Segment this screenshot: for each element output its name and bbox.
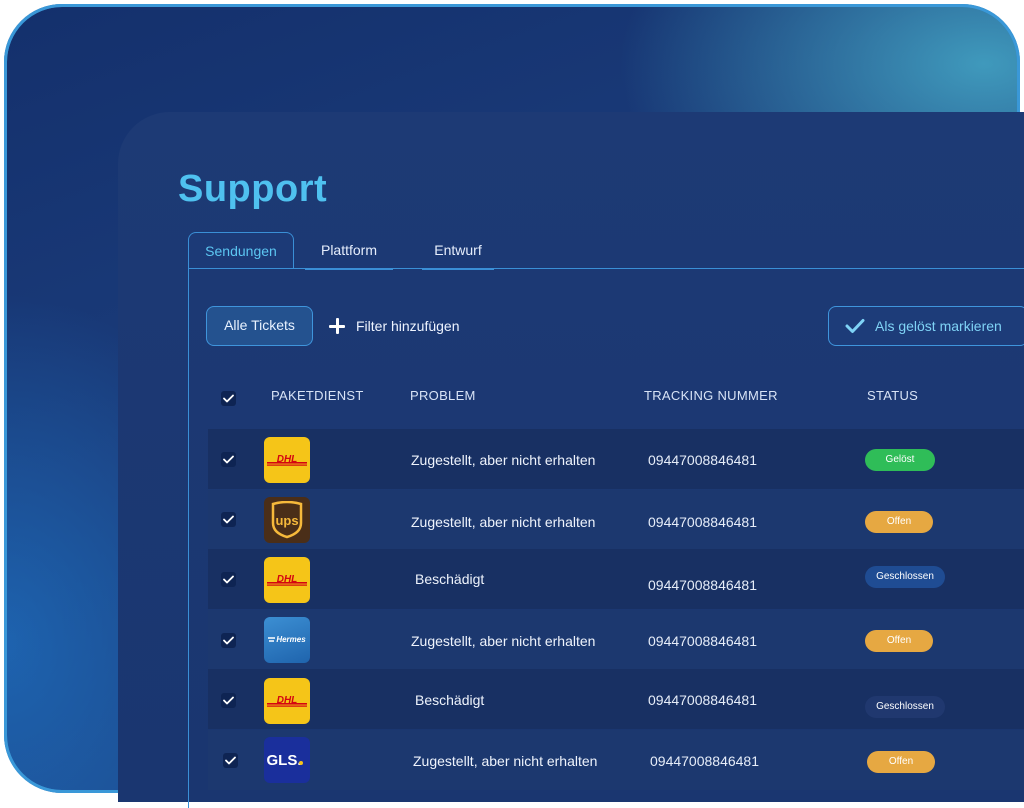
dhl-logo-icon: DHL (264, 437, 310, 483)
checkmark-icon (845, 319, 865, 333)
tab-sendungen[interactable]: Sendungen (188, 232, 294, 268)
check-icon (223, 636, 234, 645)
status-badge: Geschlossen (865, 566, 945, 588)
table-row[interactable]: DHL Beschädigt 09447008846481 Geschlosse… (208, 549, 1024, 609)
status-badge: Geschlossen (865, 696, 945, 718)
check-icon (223, 515, 234, 524)
row-checkbox[interactable] (221, 452, 236, 467)
table-row[interactable]: DHL Zugestellt, aber nicht erhalten 0944… (208, 429, 1024, 489)
svg-text:DHL: DHL (277, 574, 298, 585)
select-all-checkbox[interactable] (221, 391, 236, 406)
problem-text: Zugestellt, aber nicht erhalten (413, 753, 598, 769)
check-icon (225, 756, 236, 765)
add-filter-button[interactable]: Filter hinzufügen (328, 314, 460, 338)
row-checkbox[interactable] (221, 693, 236, 708)
tab-entwurf[interactable]: Entwurf (422, 232, 494, 270)
check-icon (223, 575, 234, 584)
table-row[interactable]: ups Zugestellt, aber nicht erhalten 0944… (208, 490, 1024, 550)
column-header-carrier[interactable]: PAKETDIENST (271, 388, 364, 403)
page-title: Support (178, 168, 328, 210)
table-row[interactable]: DHL Beschädigt 09447008846481 Geschlosse… (208, 669, 1024, 729)
tracking-number: 09447008846481 (648, 692, 758, 708)
add-filter-label: Filter hinzufügen (356, 318, 460, 334)
column-header-tracking[interactable]: TRACKING NUMMER (644, 388, 778, 403)
status-badge: Offen (865, 630, 933, 652)
problem-text: Beschädigt (415, 571, 485, 587)
dhl-logo-icon: DHL (264, 557, 310, 603)
gls-logo-icon: GLS. (264, 737, 310, 783)
mark-resolved-button[interactable]: Als gelöst markieren (828, 306, 1024, 346)
tracking-number: 09447008846481 (648, 514, 758, 530)
tracking-number: 09447008846481 (650, 753, 760, 769)
dhl-logo-icon: DHL (264, 678, 310, 724)
problem-text: Zugestellt, aber nicht erhalten (411, 633, 596, 649)
row-checkbox[interactable] (221, 512, 236, 527)
svg-text:DHL: DHL (277, 454, 298, 465)
svg-text:ups: ups (275, 513, 298, 528)
hermes-logo-icon: Hermes (264, 617, 310, 663)
table-row[interactable]: GLS. Zugestellt, aber nicht erhalten 094… (208, 730, 1024, 790)
status-badge: Offen (865, 511, 933, 533)
svg-text:DHL: DHL (277, 695, 298, 706)
tab-plattform[interactable]: Plattform (305, 232, 393, 270)
check-icon (223, 696, 234, 705)
row-checkbox[interactable] (221, 633, 236, 648)
check-icon (223, 394, 234, 403)
problem-text: Zugestellt, aber nicht erhalten (411, 514, 596, 530)
status-badge: Offen (867, 751, 935, 773)
svg-text:Hermes: Hermes (276, 635, 306, 644)
tracking-number: 09447008846481 (648, 452, 758, 468)
column-header-status[interactable]: STATUS (867, 388, 918, 403)
row-checkbox[interactable] (223, 753, 238, 768)
problem-text: Zugestellt, aber nicht erhalten (411, 452, 596, 468)
mark-resolved-label: Als gelöst markieren (875, 318, 1002, 334)
all-tickets-button[interactable]: Alle Tickets (206, 306, 313, 346)
table-row[interactable]: Hermes Zugestellt, aber nicht erhalten 0… (208, 610, 1024, 670)
column-header-problem[interactable]: PROBLEM (410, 388, 476, 403)
ups-logo-icon: ups (264, 497, 310, 543)
tracking-number: 09447008846481 (648, 633, 758, 649)
tracking-number: 09447008846481 (648, 577, 758, 593)
status-badge: Gelöst (865, 449, 935, 471)
problem-text: Beschädigt (415, 692, 485, 708)
svg-text:GLS.: GLS. (266, 752, 301, 769)
plus-icon (328, 317, 346, 335)
row-checkbox[interactable] (221, 572, 236, 587)
check-icon (223, 455, 234, 464)
